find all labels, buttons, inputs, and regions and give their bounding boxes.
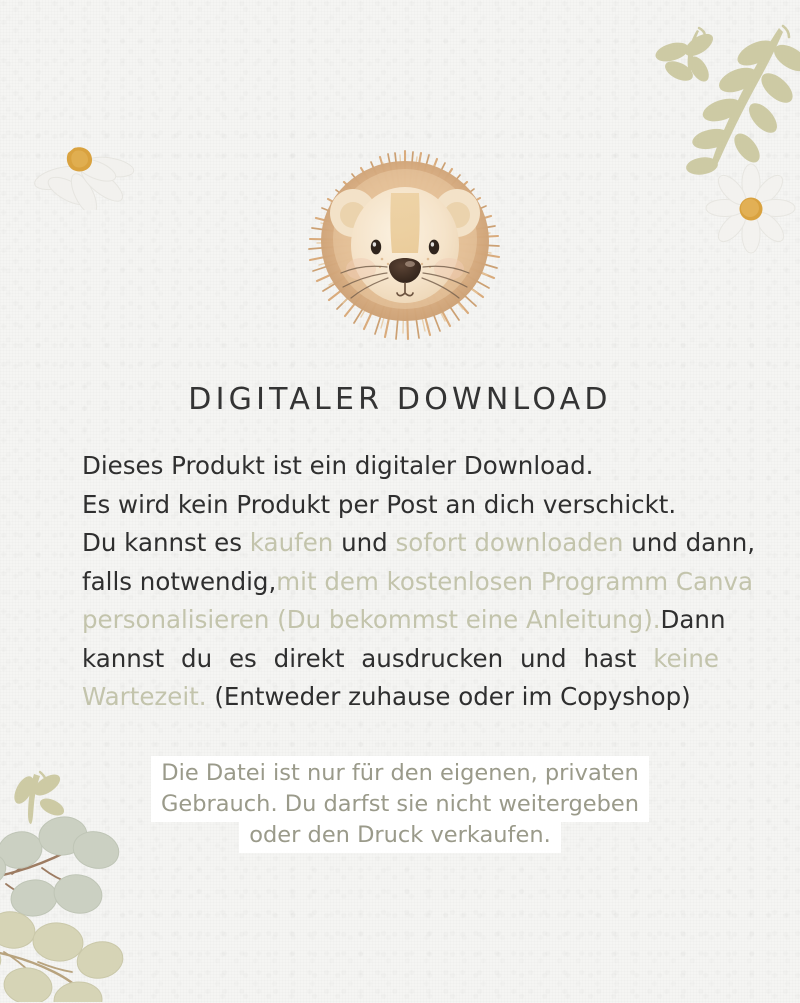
footer-line-2: Gebrauch. Du darfst sie nicht weitergebe… bbox=[0, 787, 800, 822]
highlight-kaufen: kaufen bbox=[249, 528, 334, 557]
body-line-1: Dieses Produkt ist ein digitaler Downloa… bbox=[82, 451, 594, 480]
body-line-3: Du kannst es kaufen und sofort downloade… bbox=[82, 528, 756, 557]
highlight-keine: keine bbox=[653, 643, 719, 673]
usage-restriction-note: Die Datei ist nur für den eigenen, priva… bbox=[0, 756, 800, 853]
page-title: DIGITALER DOWNLOAD bbox=[188, 382, 612, 417]
body-line-5: personalisieren (Du bekommst eine Anleit… bbox=[82, 601, 725, 640]
body-line-7: Wartezeit. (Entweder zuhause oder im Cop… bbox=[82, 682, 691, 711]
highlight-personalisieren: personalisieren (Du bekommst eine Anleit… bbox=[82, 605, 661, 634]
highlight-wartezeit: Wartezeit. bbox=[82, 682, 207, 711]
main-content: DIGITALER DOWNLOAD Dieses Produkt ist ei… bbox=[0, 0, 800, 1003]
highlight-sofort-downloaden: sofort downloaden bbox=[395, 528, 624, 557]
body-line-2: Es wird kein Produkt per Post an dich ve… bbox=[82, 489, 677, 519]
footer-line-1: Die Datei ist nur für den eigenen, priva… bbox=[0, 756, 800, 791]
watercolor-lion-head-illustration bbox=[308, 149, 501, 341]
footer-line-3: oder den Druck verkaufen. bbox=[0, 818, 800, 853]
body-line-6: kannst du es direkt ausdrucken und hast keine bbox=[82, 640, 719, 679]
body-line-4: falls notwendig, mit dem kostenlosen Prog… bbox=[82, 563, 753, 602]
body-copy: Dieses Produkt ist ein digitaler Downloa… bbox=[82, 447, 756, 717]
highlight-canva: mit dem kostenlosen Programm Canva bbox=[276, 566, 754, 596]
